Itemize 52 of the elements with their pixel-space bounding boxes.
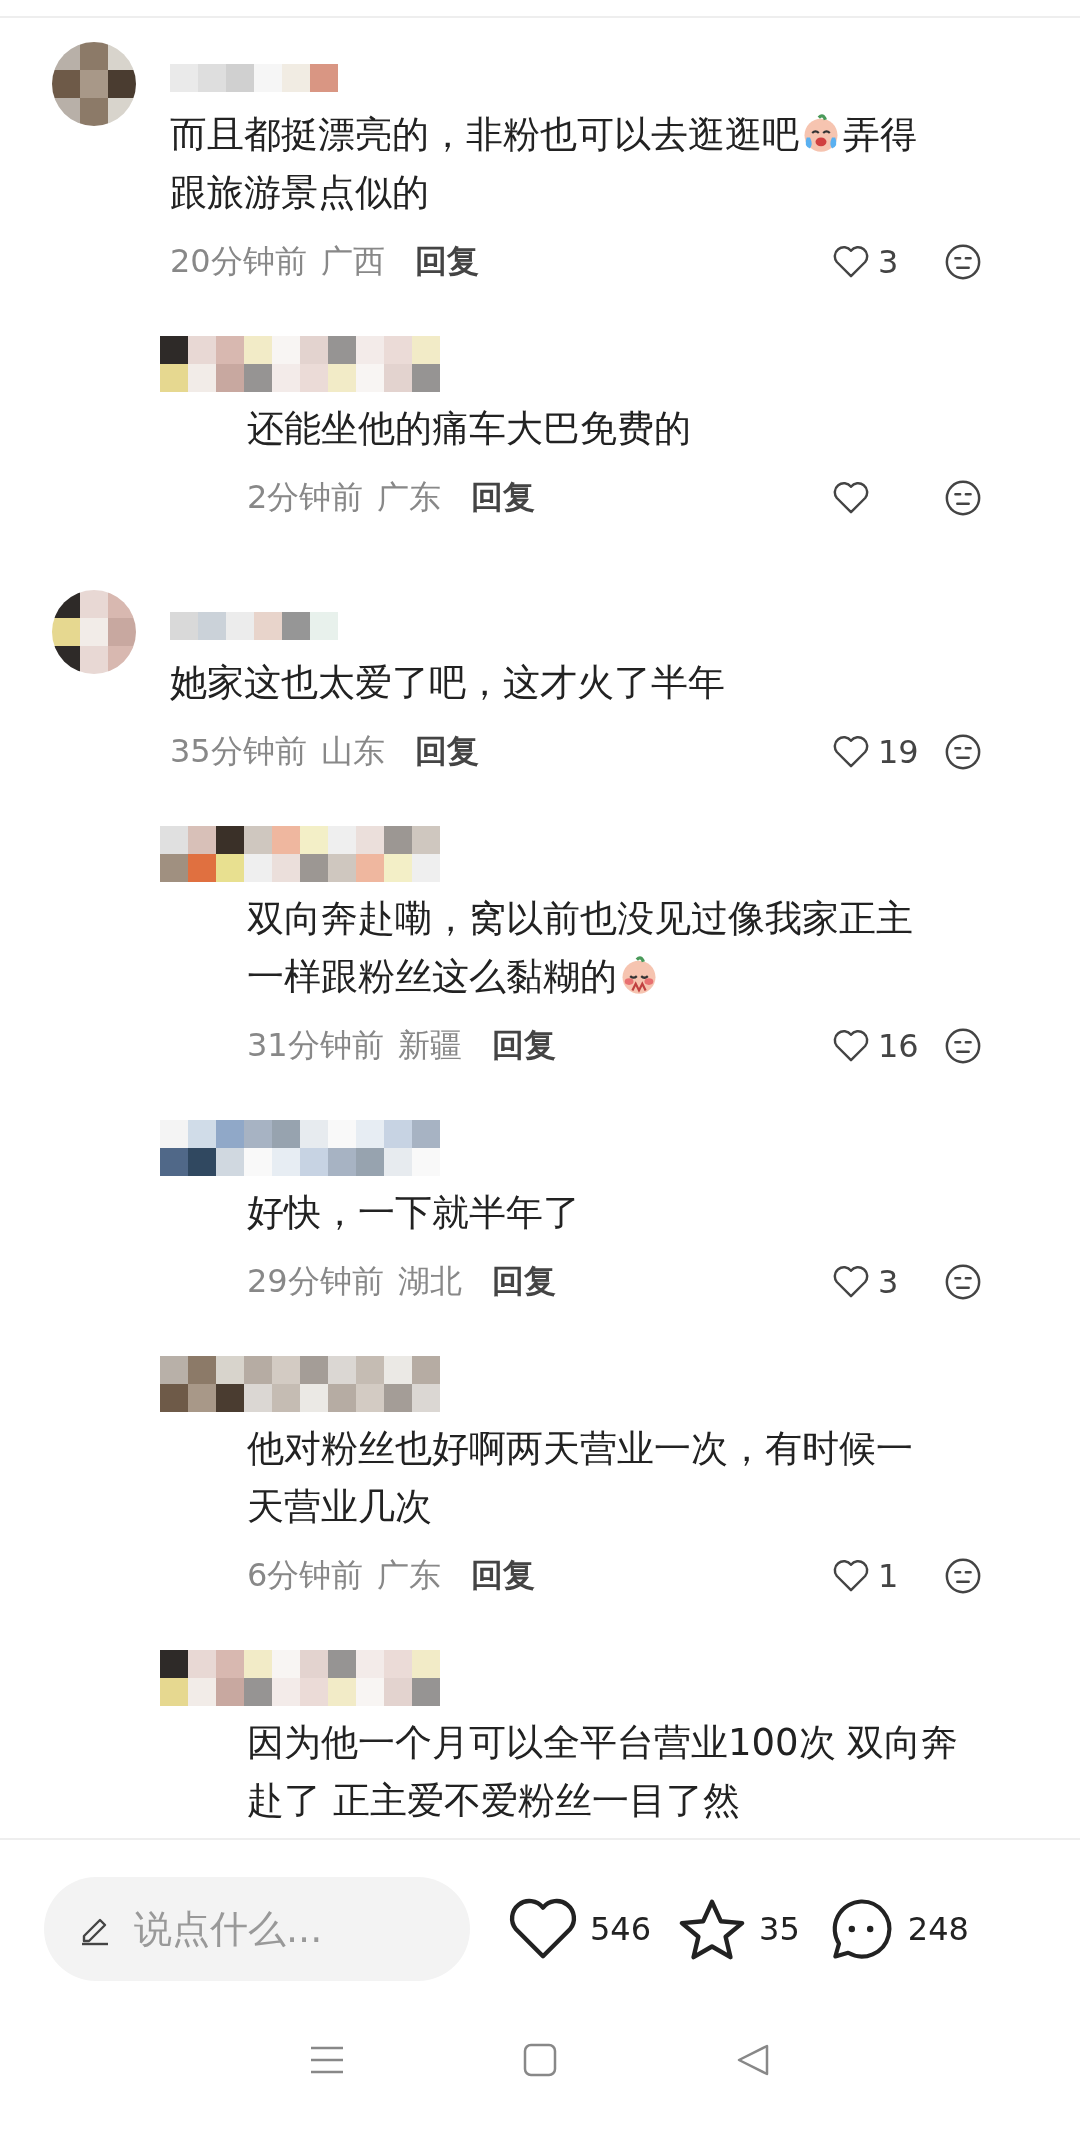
- reply-text: 他对粉丝也好啊两天营业一次，有时候一: [247, 1427, 913, 1470]
- like-count: 3: [878, 1263, 900, 1301]
- reply-link[interactable]: 回复: [491, 1260, 556, 1304]
- comment-location: 广西: [320, 241, 385, 282]
- comment-time: 31分钟前: [247, 1025, 384, 1066]
- like-count: 19: [878, 733, 920, 771]
- neutral-face-icon[interactable]: [944, 1027, 982, 1065]
- comment-text: 跟旅游景点似的: [170, 171, 429, 214]
- like-count: 16: [878, 1027, 920, 1065]
- reply-text: 天营业几次: [247, 1485, 432, 1528]
- heart-icon[interactable]: [832, 245, 870, 279]
- neutral-face-icon[interactable]: [944, 479, 982, 517]
- neutral-face-icon[interactable]: [944, 243, 982, 281]
- comment-location: 新疆: [397, 1025, 462, 1066]
- reply-text: 还能坐他的痛车大巴免费的: [247, 407, 691, 450]
- reply-text: 双向奔赴嘞，窝以前也没见过像我家正主: [247, 897, 913, 940]
- comment-text: 弄得: [843, 113, 917, 156]
- heart-icon[interactable]: [832, 1559, 870, 1593]
- comment-text: 而且都挺漂亮的，非粉也可以去逛逛吧: [170, 113, 799, 156]
- comment-time: 6分钟前: [247, 1555, 364, 1596]
- comment-text: 她家这也太爱了吧，这才火了半年: [170, 661, 725, 704]
- like-count: 546: [590, 1910, 652, 1948]
- neutral-face-icon[interactable]: [944, 1557, 982, 1595]
- like-count: 1: [878, 1557, 900, 1595]
- heart-icon[interactable]: [832, 1265, 870, 1299]
- comment-time: 2分钟前: [247, 477, 364, 518]
- comment-time: 29分钟前: [247, 1261, 384, 1302]
- home-icon[interactable]: [522, 2042, 558, 2078]
- reply-link[interactable]: 回复: [471, 476, 536, 520]
- like-count: 3: [878, 243, 900, 281]
- reply-text: 赴了 正主爱不爱粉丝一目了然: [247, 1779, 740, 1822]
- reply-text: 一样跟粉丝这么黏糊的: [247, 955, 617, 998]
- comment-count: 248: [907, 1910, 969, 1948]
- comment-location: 山东: [320, 731, 385, 772]
- favorite-count: 35: [759, 1910, 800, 1948]
- reply-link[interactable]: 回复: [414, 240, 479, 284]
- neutral-face-icon[interactable]: [944, 733, 982, 771]
- heart-icon[interactable]: [832, 1029, 870, 1063]
- comment-location: 广东: [377, 1555, 442, 1596]
- reply-link[interactable]: 回复: [471, 1554, 536, 1598]
- comment-location: 广东: [377, 477, 442, 518]
- reply-text: 因为他一个月可以全平台营业100次 双向奔: [247, 1721, 959, 1764]
- reply-link[interactable]: 回复: [414, 730, 479, 774]
- heart-icon[interactable]: [832, 735, 870, 769]
- comment-time: 20分钟前: [170, 241, 307, 282]
- comment-input-field[interactable]: 说点什么...: [44, 1877, 470, 1981]
- reply-link[interactable]: 回复: [491, 1024, 556, 1068]
- comment-location: 湖北: [397, 1261, 462, 1302]
- neutral-face-icon[interactable]: [944, 1263, 982, 1301]
- comment-time: 35分钟前: [170, 731, 307, 772]
- reply-text: 好快，一下就半年了: [247, 1191, 580, 1234]
- heart-icon[interactable]: [832, 481, 870, 515]
